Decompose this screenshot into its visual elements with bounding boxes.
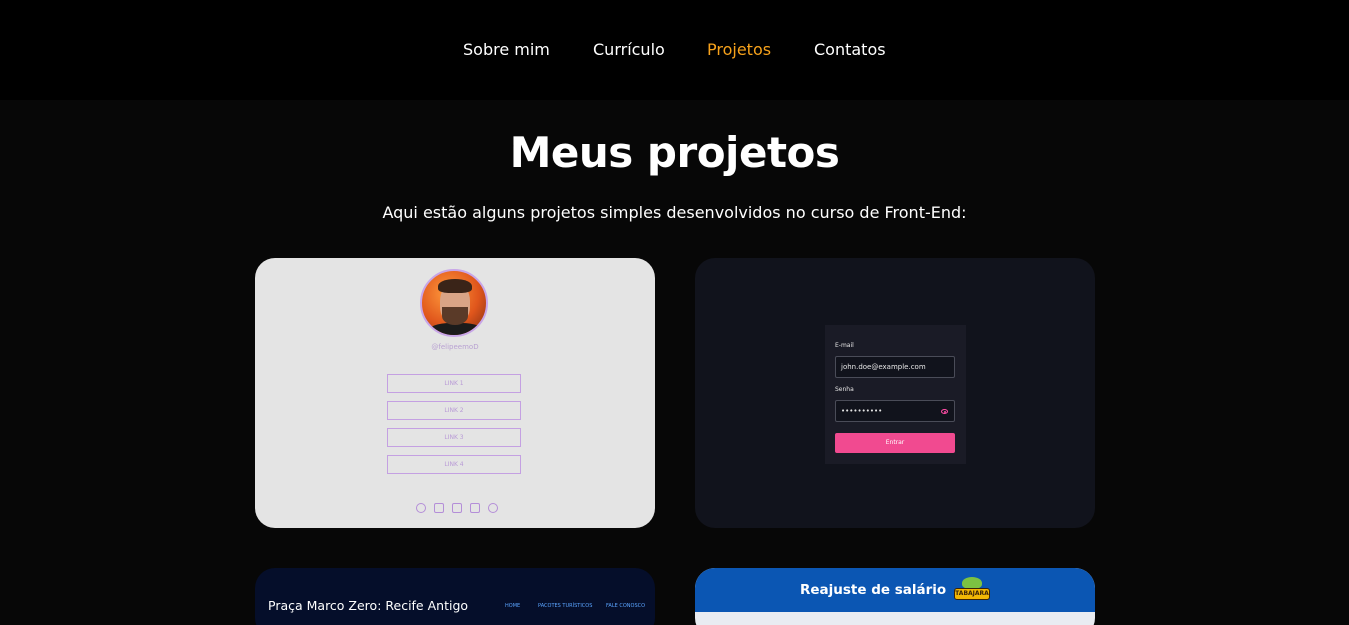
social-icons bbox=[416, 503, 498, 513]
password-value: •••••••••• bbox=[841, 407, 883, 415]
eye-icon[interactable] bbox=[941, 409, 948, 414]
landing-nav-fale-conosco[interactable]: FALE CONOSCO bbox=[606, 603, 645, 609]
tabajara-logo: TABAJARA bbox=[954, 577, 990, 603]
link-button[interactable]: LINK 2 bbox=[387, 401, 521, 420]
link-button[interactable]: LINK 4 bbox=[387, 455, 521, 474]
nav-link-sobre-mim[interactable]: Sobre mim bbox=[463, 40, 550, 60]
project-title: Reajuste de salário bbox=[800, 582, 947, 598]
link-button[interactable]: LINK 3 bbox=[387, 428, 521, 447]
link-button[interactable]: LINK 1 bbox=[387, 374, 521, 393]
instagram-icon[interactable] bbox=[452, 503, 462, 513]
project-card-salario[interactable]: Reajuste de salário TABAJARA bbox=[695, 568, 1095, 625]
project-card-recife[interactable]: Praça Marco Zero: Recife Antigo HOME PAC… bbox=[255, 568, 655, 625]
profile-handle: @felipeemoD bbox=[431, 343, 479, 351]
login-submit-button[interactable]: Entrar bbox=[835, 433, 955, 453]
github-icon[interactable] bbox=[488, 503, 498, 513]
twitter-icon[interactable] bbox=[416, 503, 426, 513]
page-subtitle: Aqui estão alguns projetos simples desen… bbox=[382, 203, 967, 222]
email-field[interactable]: john.doe@example.com bbox=[835, 356, 955, 378]
landing-nav-home[interactable]: HOME bbox=[505, 603, 520, 609]
password-label: Senha bbox=[835, 386, 854, 393]
twitch-icon[interactable] bbox=[434, 503, 444, 513]
avatar bbox=[420, 269, 488, 337]
page-title: Meus projetos bbox=[509, 128, 840, 177]
nav-link-projetos[interactable]: Projetos bbox=[707, 40, 771, 60]
login-form: E-mail john.doe@example.com Senha ••••••… bbox=[825, 325, 966, 464]
project-card-login[interactable]: E-mail john.doe@example.com Senha ••••••… bbox=[695, 258, 1095, 528]
nav-link-contatos[interactable]: Contatos bbox=[814, 40, 886, 60]
landing-nav-pacotes[interactable]: PACOTES TURÍSTICOS bbox=[538, 603, 592, 609]
nav-link-curriculo[interactable]: Currículo bbox=[593, 40, 665, 60]
project-title: Praça Marco Zero: Recife Antigo bbox=[268, 598, 469, 613]
project-card-link-tree[interactable]: @felipeemoD LINK 1 LINK 2 LINK 3 LINK 4 bbox=[255, 258, 655, 528]
password-field[interactable]: •••••••••• bbox=[835, 400, 955, 422]
top-navigation: Sobre mim Currículo Projetos Contatos bbox=[0, 0, 1349, 100]
linkedin-icon[interactable] bbox=[470, 503, 480, 513]
app-header: Reajuste de salário TABAJARA bbox=[695, 568, 1095, 612]
email-label: E-mail bbox=[835, 342, 854, 349]
